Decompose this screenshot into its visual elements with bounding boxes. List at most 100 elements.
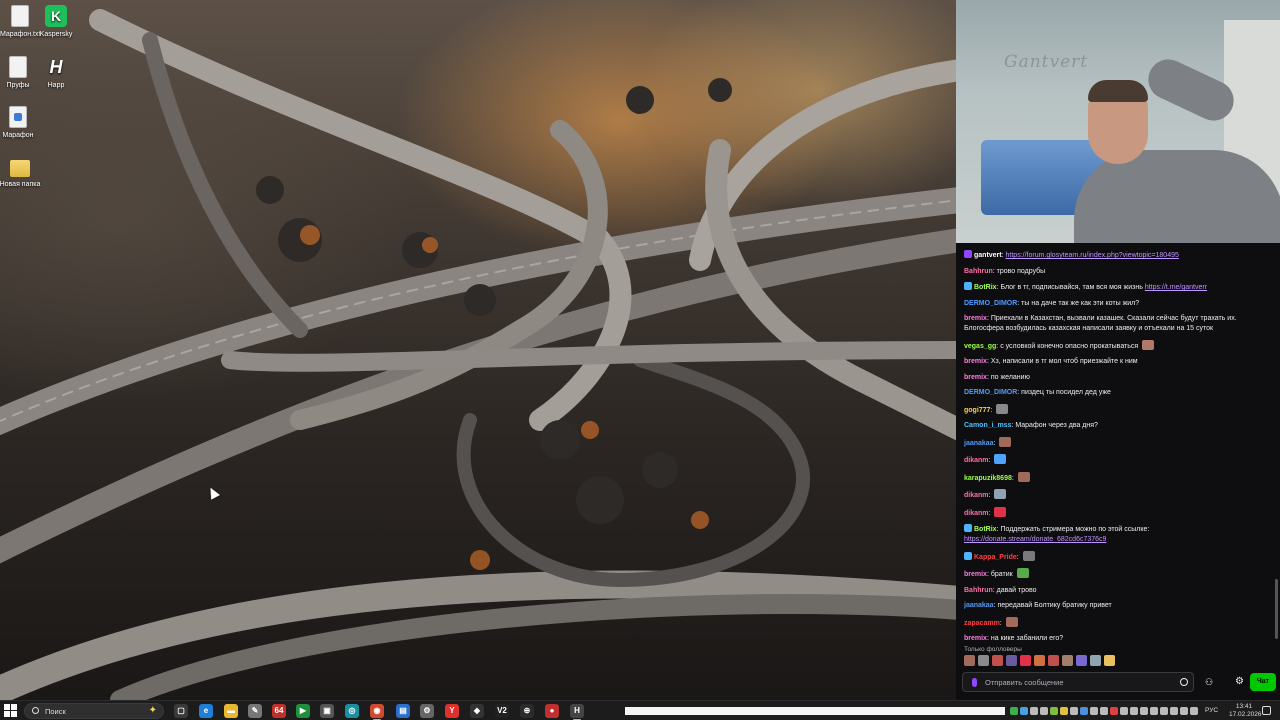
emote-icon[interactable] bbox=[1020, 655, 1031, 666]
emote-icon[interactable] bbox=[1048, 655, 1059, 666]
chat-username[interactable]: Kappa_Pride bbox=[974, 554, 1017, 561]
chat-link[interactable]: https://t.me/gantverr bbox=[1145, 284, 1207, 291]
chat-username[interactable]: DERMO_DIMOR bbox=[964, 300, 1017, 307]
taskbar-app-target-icon[interactable]: ⊕ bbox=[520, 704, 534, 718]
chat-username[interactable]: BotRix bbox=[974, 526, 997, 533]
taskbar-yandex-icon[interactable]: Y bbox=[445, 704, 459, 718]
desktop-icon-new-folder[interactable]: Новая папка bbox=[0, 156, 42, 189]
emote-picker-icon[interactable] bbox=[1180, 678, 1188, 686]
chat-username[interactable]: Bahhrun bbox=[964, 268, 993, 275]
tray-icon[interactable] bbox=[1070, 707, 1078, 715]
taskbar-v2-icon[interactable]: V2 bbox=[495, 704, 509, 718]
chat-emote-icon[interactable] bbox=[1016, 568, 1029, 578]
chat-username[interactable]: dikanm bbox=[964, 492, 989, 499]
chat-username[interactable]: bremix bbox=[964, 358, 987, 365]
taskbar-happ-task-icon[interactable]: H bbox=[570, 704, 584, 720]
chat-username[interactable]: bremix bbox=[964, 315, 987, 322]
taskbar-explorer-icon[interactable]: ▬ bbox=[224, 704, 238, 718]
tray-icon[interactable] bbox=[1010, 707, 1018, 715]
chat-emote-icon[interactable] bbox=[1142, 339, 1155, 350]
tray-icon[interactable] bbox=[1160, 707, 1168, 715]
gear-icon[interactable]: ⚙ bbox=[1235, 677, 1244, 687]
chat-username[interactable]: jaanakaa bbox=[964, 440, 994, 447]
clock-time[interactable]: 13:41 bbox=[1229, 703, 1259, 710]
chat-emote-icon[interactable] bbox=[999, 436, 1012, 447]
emote-icon[interactable] bbox=[978, 655, 989, 666]
tray-icon[interactable] bbox=[1090, 707, 1098, 715]
tray-icon[interactable] bbox=[1100, 707, 1108, 715]
chat-username[interactable]: bremix bbox=[964, 635, 987, 642]
chat-message-list[interactable]: gantvert: https://forum.glosyteam.ru/ind… bbox=[964, 250, 1272, 646]
chat-scrollbar[interactable] bbox=[1275, 579, 1278, 639]
taskbar-app-64-icon[interactable]: 64 bbox=[272, 704, 286, 718]
emote-icon[interactable] bbox=[992, 655, 1003, 666]
chat-link[interactable]: https://donate.stream/donate_682cd6c7376… bbox=[964, 536, 1106, 543]
chat-username[interactable]: bremix bbox=[964, 374, 987, 381]
chat-link[interactable]: https://forum.glosyteam.ru/index.php?vie… bbox=[1006, 252, 1179, 259]
chat-emote-icon[interactable] bbox=[1005, 616, 1018, 627]
chat-username[interactable]: Camon_i_mss bbox=[964, 422, 1011, 429]
emote-icon[interactable] bbox=[964, 655, 975, 666]
tray-icon[interactable] bbox=[1120, 707, 1128, 715]
channel-points-icon[interactable]: ⚇ bbox=[1205, 677, 1215, 687]
windows-start-icon[interactable] bbox=[4, 704, 18, 718]
chat-username[interactable]: jaanakaa bbox=[964, 602, 994, 609]
chat-username[interactable]: zapacamm bbox=[964, 620, 1000, 627]
desktop-icon-marathon-txt[interactable]: Марафон.txt bbox=[0, 5, 40, 39]
taskbar-app-dark-icon[interactable]: ◆ bbox=[470, 704, 484, 718]
tray-icon[interactable] bbox=[1170, 707, 1178, 715]
tray-icon[interactable] bbox=[1140, 707, 1148, 715]
taskbar-chrome-icon[interactable]: ◉ bbox=[370, 704, 384, 720]
tray-icon[interactable] bbox=[1040, 707, 1048, 715]
emote-icon[interactable] bbox=[1062, 655, 1073, 666]
chat-username[interactable]: Bahhrun bbox=[964, 587, 993, 594]
desktop-icon-happ[interactable]: H Happ bbox=[36, 56, 76, 90]
chat-message-input[interactable] bbox=[985, 676, 1175, 689]
chat-emote-icon[interactable] bbox=[994, 506, 1007, 517]
chat-username[interactable]: gogi777 bbox=[964, 407, 990, 414]
taskbar-app-grey-icon[interactable]: ✎ bbox=[248, 704, 262, 718]
chat-username[interactable]: bremix bbox=[964, 571, 987, 578]
desktop-icon-marathon[interactable]: Марафон bbox=[0, 106, 38, 140]
emote-icon[interactable] bbox=[1076, 655, 1087, 666]
taskbar-search-box[interactable]: Поиск ✦ bbox=[24, 703, 164, 719]
chat-username[interactable]: DERMO_DIMOR bbox=[964, 389, 1017, 396]
taskbar-app-store-icon[interactable]: ▣ bbox=[320, 704, 334, 718]
tray-icon[interactable] bbox=[1180, 707, 1188, 715]
tray-icon[interactable] bbox=[1190, 707, 1198, 715]
desktop-icon-proofs[interactable]: Пруфы bbox=[0, 56, 38, 90]
taskbar-app-blue-icon[interactable]: ▤ bbox=[396, 704, 410, 718]
chat-username[interactable]: dikanm bbox=[964, 510, 989, 517]
emote-icon[interactable] bbox=[1104, 655, 1115, 666]
tray-icon[interactable] bbox=[1050, 707, 1058, 715]
tray-icon[interactable] bbox=[1030, 707, 1038, 715]
emote-icon[interactable] bbox=[1034, 655, 1045, 666]
desktop-icon-kaspersky[interactable]: K Kaspersky bbox=[36, 5, 76, 39]
tray-icon[interactable] bbox=[1020, 707, 1028, 715]
chat-username[interactable]: BotRix bbox=[974, 284, 997, 291]
chat-emote-icon[interactable] bbox=[1022, 550, 1035, 561]
tray-icon[interactable] bbox=[1110, 707, 1118, 715]
microphone-icon[interactable] bbox=[972, 678, 977, 687]
notification-center-icon[interactable] bbox=[1262, 706, 1271, 715]
tray-icon[interactable] bbox=[1060, 707, 1068, 715]
chat-send-button[interactable]: Чат bbox=[1250, 673, 1276, 691]
chat-username[interactable]: vegas_gg bbox=[964, 343, 996, 350]
chat-input-box[interactable] bbox=[962, 672, 1194, 692]
taskbar-app-red-circle-icon[interactable]: ● bbox=[545, 704, 559, 718]
taskbar-app-teal-icon[interactable]: ◎ bbox=[345, 704, 359, 718]
taskbar-task-view-icon[interactable]: ▢ bbox=[174, 704, 188, 718]
tray-icon[interactable] bbox=[1080, 707, 1088, 715]
chat-username[interactable]: dikanm bbox=[964, 457, 989, 464]
clock-date[interactable]: 17.02.2026 bbox=[1229, 711, 1262, 718]
chat-emote-icon[interactable] bbox=[1017, 471, 1030, 482]
chat-emote-icon[interactable] bbox=[994, 489, 1007, 499]
chat-emote-icon[interactable] bbox=[994, 454, 1007, 464]
tray-icon[interactable] bbox=[1150, 707, 1158, 715]
taskbar-edge-icon[interactable]: e bbox=[199, 704, 213, 718]
emote-icon[interactable] bbox=[1006, 655, 1017, 666]
chat-emote-icon[interactable] bbox=[996, 403, 1009, 414]
tray-icon[interactable] bbox=[1130, 707, 1138, 715]
emote-icon[interactable] bbox=[1090, 655, 1101, 666]
chat-username[interactable]: karapuzik8698 bbox=[964, 475, 1012, 482]
